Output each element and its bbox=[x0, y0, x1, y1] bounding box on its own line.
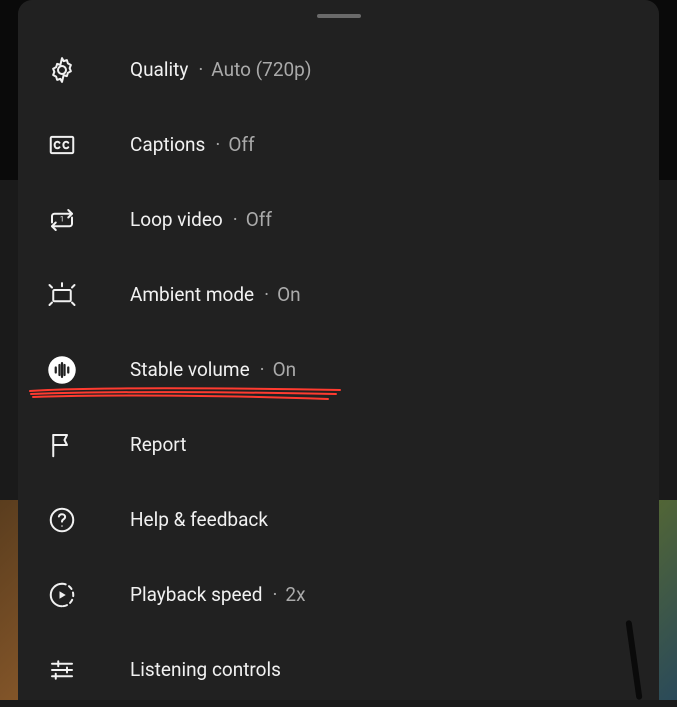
quality-value: Auto (720p) bbox=[211, 58, 311, 81]
report-label: Report bbox=[130, 433, 186, 456]
sliders-icon bbox=[44, 652, 80, 688]
menu-item-label: Help & feedback bbox=[130, 508, 268, 531]
menu-item-label: Ambient mode · On bbox=[130, 283, 301, 306]
separator: · bbox=[264, 283, 269, 306]
menu-item-label: Stable volume · On bbox=[130, 358, 296, 381]
captions-value: Off bbox=[228, 133, 254, 156]
separator: · bbox=[272, 583, 277, 606]
menu-item-captions[interactable]: Captions · Off bbox=[18, 107, 659, 182]
stable-volume-icon bbox=[44, 352, 80, 388]
speed-value: 2x bbox=[285, 583, 305, 606]
loop-value: Off bbox=[246, 208, 272, 231]
menu-item-label: Report bbox=[130, 433, 186, 456]
separator: · bbox=[198, 58, 203, 81]
menu-item-listening-controls[interactable]: Listening controls bbox=[18, 632, 659, 707]
separator: · bbox=[215, 133, 220, 156]
settings-sheet: Quality · Auto (720p) Captions · Off bbox=[18, 0, 659, 700]
menu-item-playback-speed[interactable]: Playback speed · 2x bbox=[18, 557, 659, 632]
ambient-label: Ambient mode bbox=[130, 283, 254, 306]
menu-item-report[interactable]: Report bbox=[18, 407, 659, 482]
loop-label: Loop video bbox=[130, 208, 223, 231]
loop-icon: 1 bbox=[44, 202, 80, 238]
gear-icon bbox=[44, 52, 80, 88]
captions-icon bbox=[44, 127, 80, 163]
help-icon bbox=[44, 502, 80, 538]
help-label: Help & feedback bbox=[130, 508, 268, 531]
menu-item-help[interactable]: Help & feedback bbox=[18, 482, 659, 557]
menu-item-quality[interactable]: Quality · Auto (720p) bbox=[18, 32, 659, 107]
stable-label: Stable volume bbox=[130, 358, 250, 381]
ambient-value: On bbox=[277, 283, 301, 306]
menu-item-label: Listening controls bbox=[130, 658, 281, 681]
drag-handle[interactable] bbox=[317, 14, 361, 18]
separator: · bbox=[233, 208, 238, 231]
ambient-icon bbox=[44, 277, 80, 313]
menu-item-stable-volume[interactable]: Stable volume · On bbox=[18, 332, 659, 407]
svg-text:1: 1 bbox=[60, 214, 64, 223]
menu-item-label: Captions · Off bbox=[130, 133, 255, 156]
playback-speed-icon bbox=[44, 577, 80, 613]
stable-value: On bbox=[273, 358, 297, 381]
menu-item-ambient[interactable]: Ambient mode · On bbox=[18, 257, 659, 332]
captions-label: Captions bbox=[130, 133, 205, 156]
menu-item-label: Loop video · Off bbox=[130, 208, 272, 231]
menu-item-loop[interactable]: 1 Loop video · Off bbox=[18, 182, 659, 257]
listening-label: Listening controls bbox=[130, 658, 281, 681]
separator: · bbox=[260, 358, 265, 381]
menu-list: Quality · Auto (720p) Captions · Off bbox=[18, 32, 659, 707]
flag-icon bbox=[44, 427, 80, 463]
speed-label: Playback speed bbox=[130, 583, 262, 606]
menu-item-label: Quality · Auto (720p) bbox=[130, 58, 311, 81]
menu-item-label: Playback speed · 2x bbox=[130, 583, 306, 606]
quality-label: Quality bbox=[130, 58, 188, 81]
